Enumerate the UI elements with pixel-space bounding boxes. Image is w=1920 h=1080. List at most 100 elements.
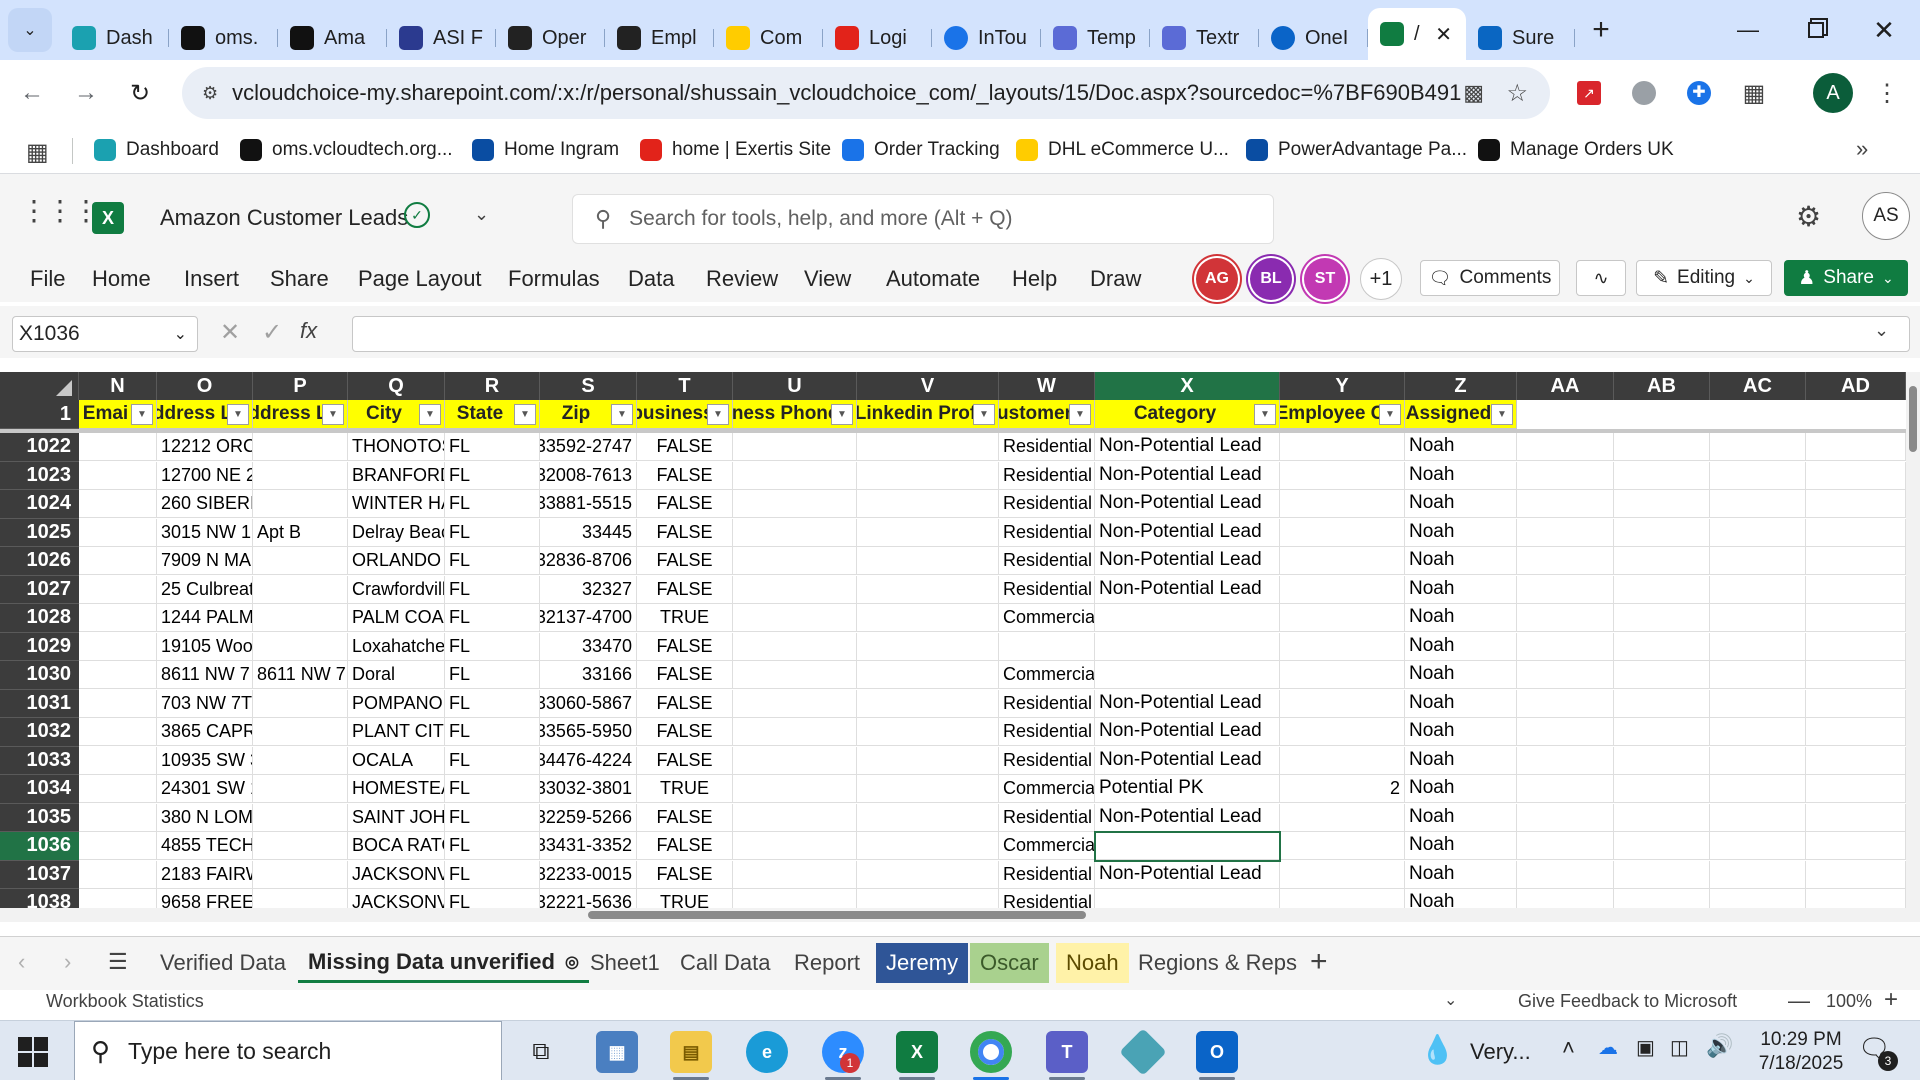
close-icon[interactable]: ✕ xyxy=(1435,22,1452,47)
column-header[interactable]: U xyxy=(733,372,857,400)
browser-tab[interactable]: OneI xyxy=(1259,16,1368,60)
column-header[interactable]: Q xyxy=(348,372,445,400)
insert-function-icon[interactable]: fx xyxy=(300,318,317,344)
app-launcher-icon[interactable]: ⋮⋮⋮ xyxy=(20,194,100,227)
cell-o[interactable]: 10935 SW 38TH AVE xyxy=(157,746,253,775)
filter-dropdown-icon[interactable]: ▼ xyxy=(1379,404,1401,425)
cell-q[interactable]: BRANFORD xyxy=(348,461,445,490)
file-explorer-icon[interactable]: ▤ xyxy=(670,1031,712,1073)
cell-z[interactable]: Noah xyxy=(1405,433,1517,461)
cell-ad[interactable] xyxy=(1806,775,1906,803)
cell-y[interactable] xyxy=(1280,746,1405,775)
column-header[interactable]: V xyxy=(857,372,999,400)
chevron-down-icon[interactable]: ⌄ xyxy=(1444,990,1457,1010)
taskbar-search-box[interactable]: ⚲ Type here to search xyxy=(74,1021,502,1080)
column-header[interactable]: AC xyxy=(1710,372,1806,400)
extensions-icon[interactable]: ▦ xyxy=(1737,76,1771,110)
cell-ad[interactable] xyxy=(1806,433,1906,461)
cell-ad[interactable] xyxy=(1806,575,1906,604)
cell-ab[interactable] xyxy=(1614,490,1710,518)
cell-u[interactable] xyxy=(733,689,857,718)
filter-header-cell[interactable]: iness Phone ▼ xyxy=(733,400,857,429)
cell-r[interactable]: FL xyxy=(445,433,540,461)
column-header[interactable]: R xyxy=(445,372,540,400)
cell-o[interactable]: 8611 NW 7 xyxy=(157,661,253,689)
cell-n[interactable] xyxy=(79,632,157,661)
cell-w[interactable]: Residential xyxy=(999,860,1095,889)
pdf-extension-icon[interactable]: ↗ xyxy=(1572,76,1606,110)
cell-o[interactable]: 12700 NE 2ND WAY xyxy=(157,461,253,490)
cell-aa[interactable] xyxy=(1517,433,1614,461)
cell-r[interactable]: FL xyxy=(445,718,540,746)
title-dropdown-chevron-icon[interactable]: ⌄ xyxy=(474,204,489,225)
cell-ad[interactable] xyxy=(1806,803,1906,832)
cell-q[interactable]: SAINT JOHNS xyxy=(348,803,445,832)
cell-z[interactable]: Noah xyxy=(1405,461,1517,490)
cell-y[interactable] xyxy=(1280,461,1405,490)
cell-t[interactable]: FALSE xyxy=(637,718,733,746)
column-header[interactable]: W xyxy=(999,372,1095,400)
row-header[interactable]: 1027 xyxy=(0,575,79,604)
cell-t[interactable]: FALSE xyxy=(637,746,733,775)
row-header[interactable]: 1024 xyxy=(0,490,79,519)
cell-ac[interactable] xyxy=(1710,746,1806,775)
new-tab-button[interactable]: + xyxy=(1581,10,1621,50)
filter-dropdown-icon[interactable]: ▼ xyxy=(131,404,153,425)
sheet-tab[interactable]: Jeremy xyxy=(876,943,969,983)
filter-dropdown-icon[interactable]: ▼ xyxy=(1491,404,1513,425)
apps-grid-icon[interactable]: ▦ xyxy=(26,138,49,167)
cell-z[interactable]: Noah xyxy=(1405,689,1517,718)
cell-q[interactable]: PALM COAST xyxy=(348,604,445,632)
bookmark-item[interactable]: Manage Orders UK xyxy=(1478,136,1674,164)
site-info-icon[interactable]: ⚙ xyxy=(202,83,218,104)
cell-x[interactable]: Non-Potential Lead xyxy=(1095,575,1280,604)
cell-aa[interactable] xyxy=(1517,775,1614,803)
profile-avatar[interactable]: A xyxy=(1813,73,1853,113)
cell-t[interactable]: FALSE xyxy=(637,575,733,604)
cell-ab[interactable] xyxy=(1614,832,1710,860)
cell-x[interactable]: Potential PK xyxy=(1095,775,1280,803)
cell-v[interactable] xyxy=(857,746,999,775)
browser-tab[interactable]: Sure xyxy=(1466,16,1575,60)
ribbon-tab[interactable]: Automate xyxy=(886,266,980,292)
cell-p[interactable] xyxy=(253,689,348,718)
cell-v[interactable] xyxy=(857,433,999,461)
cell-z[interactable]: Noah xyxy=(1405,746,1517,775)
cell-y[interactable]: 2 xyxy=(1280,775,1405,803)
cell-y[interactable] xyxy=(1280,832,1405,860)
cell-z[interactable]: Noah xyxy=(1405,575,1517,604)
cell-o[interactable]: 24301 SW 137TH AVE xyxy=(157,775,253,803)
column-header[interactable]: T xyxy=(637,372,733,400)
cell-p[interactable] xyxy=(253,832,348,860)
all-sheets-menu-icon[interactable]: ☰ xyxy=(108,949,128,975)
globe-extension-icon[interactable] xyxy=(1627,76,1661,110)
filter-header-cell[interactable]: Linkedin Prof ▼ xyxy=(857,400,999,429)
cell-o[interactable]: 19105 Wood Stork Way xyxy=(157,632,253,661)
sheet-tab[interactable]: Regions & Reps xyxy=(1128,943,1307,983)
row-header[interactable]: 1034 xyxy=(0,775,79,804)
cell-u[interactable] xyxy=(733,490,857,518)
cell-p[interactable] xyxy=(253,461,348,490)
column-header[interactable]: Y xyxy=(1280,372,1405,400)
weather-text[interactable]: Very... xyxy=(1470,1039,1531,1065)
cell-o[interactable]: 1244 PALM COAST PKWY xyxy=(157,604,253,632)
cell-u[interactable] xyxy=(733,803,857,832)
confirm-formula-icon[interactable]: ✓ xyxy=(262,318,282,347)
cell-r[interactable]: FL xyxy=(445,775,540,803)
browser-tab[interactable]: Temp xyxy=(1041,16,1150,60)
bookmark-item[interactable]: oms.vcloudtech.org... xyxy=(240,136,453,164)
column-header[interactable]: AA xyxy=(1517,372,1614,400)
clock[interactable]: 10:29 PM 7/18/2025 xyxy=(1746,1028,1856,1076)
activity-button[interactable]: ∿ xyxy=(1576,260,1626,296)
cell-s[interactable]: 33431-3352 xyxy=(540,832,637,860)
cell-ab[interactable] xyxy=(1614,547,1710,575)
cell-y[interactable] xyxy=(1280,604,1405,632)
cell-q[interactable]: Loxahatchee xyxy=(348,632,445,661)
cell-q[interactable]: POMPANO BEACH xyxy=(348,689,445,718)
cell-t[interactable]: FALSE xyxy=(637,661,733,689)
cell-z[interactable]: Noah xyxy=(1405,832,1517,860)
workbook-statistics[interactable]: Workbook Statistics xyxy=(46,991,204,1012)
weather-icon[interactable]: 💧 xyxy=(1420,1033,1455,1066)
ribbon-tab[interactable]: Draw xyxy=(1090,266,1141,292)
row-header[interactable]: 1023 xyxy=(0,461,79,490)
